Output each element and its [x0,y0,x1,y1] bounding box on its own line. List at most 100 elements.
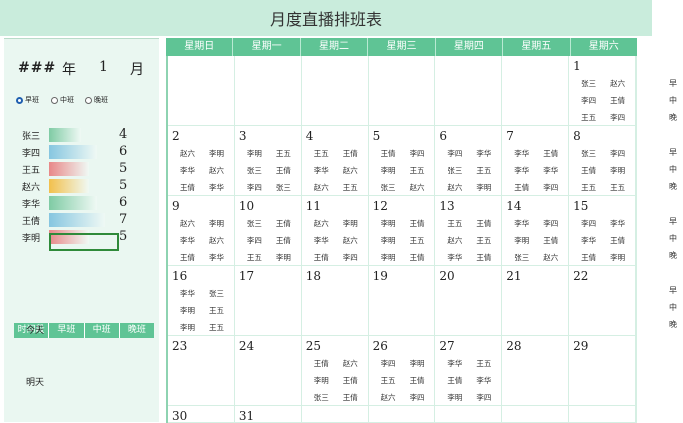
calendar-day-cell[interactable] [301,56,369,126]
employee-count-bar [49,162,89,176]
shift-name: 王五 [476,359,492,368]
shift-name: 王五 [610,183,626,192]
shift-name: 王五 [209,323,224,332]
shift-name: 赵六 [342,236,358,245]
calendar-day-cell[interactable]: 20 [435,266,503,336]
shift-name: 王倩 [543,149,559,158]
calendar-day-cell[interactable]: 5 王倩 李四 李明 王五 张三 赵六 [368,126,436,196]
shift-name: 赵六 [209,166,224,175]
calendar-day-cell[interactable]: 21 [502,266,570,336]
shift-name: 李明 [380,253,396,262]
calendar-day-cell[interactable]: 6 李四 李华 张三 王五 赵六 李明 [435,126,503,196]
calendar-day-cell[interactable]: 15 李四 李华 李华 王倩 王倩 李明 [569,196,636,266]
calendar-day-cell[interactable] [502,56,570,126]
shift-name: 王五 [476,236,492,245]
employee-count: 6 [119,195,128,210]
shift-radio-evening[interactable]: 晚班 [85,95,108,105]
calendar-day-cell[interactable]: 3 李明 王五 张三 王倩 李四 张三 [234,126,302,196]
employee-name: 赵六 [22,183,41,193]
side-shift-label: 中 [669,303,677,312]
shift-name: 王倩 [342,393,358,402]
shift-names: 张三 李四 王倩 李明 王五 王五 [575,145,631,196]
shift-name: 王五 [476,166,492,175]
calendar-day-cell[interactable]: 23 [168,336,235,406]
shift-names: 李华 王五 王倩 李华 李明 李四 [441,355,497,406]
calendar-day-cell[interactable]: 1 张三 赵六 李四 王倩 王五 李四 [569,56,636,126]
side-shift-label: 中 [669,234,677,243]
calendar-day-cell[interactable]: 8 张三 李四 王倩 李明 王五 王五 [569,126,636,196]
calendar-day-cell[interactable]: 26 李四 李明 王五 王倩 赵六 李四 [368,336,436,406]
calendar-day-cell[interactable]: 7 李华 王倩 李华 李华 王倩 李四 [502,126,570,196]
shift-name: 赵六 [313,183,329,192]
calendar-day-cell[interactable]: 22 [569,266,636,336]
calendar-day-cell[interactable]: 9 赵六 李明 李华 赵六 王倩 李华 [168,196,235,266]
shift-name: 李四 [380,359,396,368]
shift-name: 王五 [246,253,262,262]
calendar-day-cell[interactable] [168,56,235,126]
calendar-day-cell[interactable] [569,406,636,423]
radio-selected-icon[interactable] [16,96,23,104]
calendar-day-cell[interactable]: 28 [502,336,570,406]
weekday-label: 星期四 [436,38,504,56]
calendar-day-cell[interactable] [368,406,436,423]
shift-name: 李明 [180,323,195,332]
calendar-day-cell[interactable]: 12 李明 王倩 李明 王五 李明 王倩 [368,196,436,266]
shift-name: 李四 [447,149,463,158]
calendar-day-cell[interactable]: 16 李华 张三 李明 王五 李明 王五 [168,266,235,336]
day-number: 3 [238,129,247,143]
calendar-day-cell[interactable]: 2 赵六 李明 李华 赵六 王倩 李华 [168,126,235,196]
shift-name: 王五 [275,149,291,158]
shift-radio-middle[interactable]: 中班 [51,95,74,105]
calendar-day-cell[interactable] [435,56,503,126]
calendar-day-cell[interactable]: 17 [234,266,302,336]
radio-icon[interactable] [51,96,58,104]
calendar-day-cell[interactable]: 4 王五 王倩 李华 赵六 赵六 王五 [301,126,369,196]
year-label: 年 [62,62,76,78]
shift-name: 李明 [447,393,463,402]
shift-name: 王倩 [275,236,291,245]
month-value[interactable]: 1 [99,59,108,75]
selected-cell-outline [49,233,119,251]
weekday-label: 星期五 [503,38,571,56]
calendar-day-cell[interactable]: 27 李华 王五 王倩 李华 李明 李四 [435,336,503,406]
time-row-today: 今天 [26,326,45,336]
calendar-day-cell[interactable]: 30 [168,406,235,423]
day-number: 6 [439,129,448,143]
day-number: 20 [439,269,455,283]
shift-name: 王五 [447,219,463,228]
calendar-day-cell[interactable] [502,406,570,423]
calendar-day-cell[interactable]: 25 王倩 赵六 李明 王倩 张三 王倩 [301,336,369,406]
calendar-day-cell[interactable]: 31 [234,406,302,423]
shift-name: 王倩 [543,236,559,245]
shift-name: 李明 [610,166,626,175]
calendar-day-cell[interactable]: 11 赵六 李明 李华 赵六 王倩 李四 [301,196,369,266]
day-number: 27 [439,339,455,353]
calendar-day-cell[interactable]: 10 张三 王倩 李四 王倩 王五 李明 [234,196,302,266]
calendar-day-cell[interactable]: 13 王五 王倩 赵六 王五 李华 王倩 [435,196,503,266]
shift-label: 中班 [60,96,74,104]
calendar-day-cell[interactable]: 29 [569,336,636,406]
shift-names: 李明 王倩 李明 王五 李明 王倩 [375,215,431,266]
shift-name: 李华 [476,376,492,385]
calendar-day-cell[interactable] [368,56,436,126]
shift-name: 李华 [180,236,195,245]
calendar-day-cell[interactable] [234,56,302,126]
shift-name: 王五 [342,183,358,192]
calendar-day-cell[interactable]: 18 [301,266,369,336]
shift-name: 赵六 [180,149,195,158]
day-number: 5 [372,129,381,143]
radio-icon[interactable] [85,96,92,104]
shift-name: 李明 [476,183,492,192]
calendar-day-cell[interactable]: 24 [234,336,302,406]
shift-radio-morning[interactable]: 早班 [16,95,39,105]
calendar-day-cell[interactable]: 14 李华 李四 李明 王倩 张三 赵六 [502,196,570,266]
side-shift-label: 中 [669,96,677,105]
calendar-day-cell[interactable] [435,406,503,423]
shift-name: 赵六 [209,236,224,245]
calendar-day-cell[interactable]: 19 [368,266,436,336]
shift-name: 李四 [409,149,425,158]
calendar-day-cell[interactable] [301,406,369,423]
year-value[interactable]: ### [18,60,56,76]
side-shift-label: 早 [669,286,677,295]
shift-names: 李华 王倩 李华 李华 王倩 李四 [508,145,564,196]
